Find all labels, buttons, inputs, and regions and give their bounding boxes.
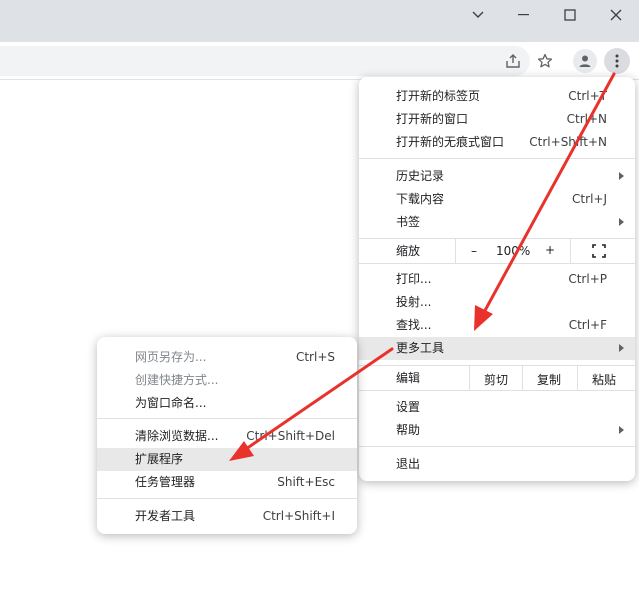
close-window-button[interactable] [593, 0, 639, 30]
submenu-item-name-window[interactable]: 为窗口命名... [97, 392, 357, 415]
menu-item-label: 扩展程序 [135, 452, 184, 466]
submenu-item-task-manager[interactable]: 任务管理器 Shift+Esc [97, 471, 357, 494]
maximize-icon [564, 9, 576, 21]
menu-item-label: 帮助 [396, 423, 421, 437]
menu-item-label: 网页另存为... [135, 350, 207, 364]
menu-item-shortcut: Ctrl+J [572, 192, 607, 206]
menu-item-label: 设置 [396, 400, 421, 414]
menu-item-shortcut: Ctrl+F [568, 318, 607, 332]
menu-separator [359, 390, 635, 391]
menu-item-label: 清除浏览数据... [135, 429, 219, 443]
menu-item-new-tab[interactable]: 打开新的标签页 Ctrl+T [359, 85, 635, 108]
menu-item-shortcut: Ctrl+S [295, 350, 335, 364]
menu-item-label: 更多工具 [396, 341, 445, 355]
edit-divider [522, 366, 523, 390]
menu-item-shortcut: Ctrl+T [568, 89, 607, 103]
menu-item-shortcut: Ctrl+P [568, 272, 607, 286]
fullscreen-button[interactable] [592, 244, 606, 261]
menu-item-label: 打印... [396, 272, 432, 286]
zoom-label: 缩放 [396, 244, 421, 258]
menu-separator [359, 263, 635, 264]
chrome-menu-button[interactable] [604, 48, 630, 74]
menu-item-help[interactable]: 帮助 [359, 419, 635, 442]
menu-item-new-incognito[interactable]: 打开新的无痕式窗口 Ctrl+Shift+N [359, 131, 635, 154]
zoom-level: 100% [496, 244, 531, 258]
edit-divider [577, 366, 578, 390]
menu-item-label: 历史记录 [396, 169, 445, 183]
submenu-item-devtools[interactable]: 开发者工具 Ctrl+Shift+I [97, 505, 357, 528]
menu-item-find[interactable]: 查找... Ctrl+F [359, 314, 635, 337]
chevron-right-icon [619, 344, 624, 352]
menu-item-exit[interactable]: 退出 [359, 453, 635, 476]
minimize-icon [518, 14, 529, 16]
menu-item-print[interactable]: 打印... Ctrl+P [359, 268, 635, 291]
submenu-item-save-page[interactable]: 网页另存为... Ctrl+S [97, 346, 357, 369]
title-bar [0, 0, 639, 42]
menu-item-shortcut: Shift+Esc [277, 475, 335, 489]
menu-item-shortcut: Ctrl+Shift+I [262, 509, 335, 523]
menu-item-settings[interactable]: 设置 [359, 396, 635, 419]
menu-item-history[interactable]: 历史记录 [359, 165, 635, 188]
submenu-item-clear-data[interactable]: 清除浏览数据... Ctrl+Shift+Del [97, 425, 357, 448]
menu-item-new-window[interactable]: 打开新的窗口 Ctrl+N [359, 108, 635, 131]
address-bar[interactable] [0, 46, 530, 76]
menu-item-label: 下载内容 [396, 192, 445, 206]
menu-separator [359, 158, 635, 159]
maximize-button[interactable] [547, 0, 593, 30]
submenu-item-extensions[interactable]: 扩展程序 [97, 448, 357, 471]
browser-toolbar [0, 42, 639, 80]
menu-item-more-tools[interactable]: 更多工具 [359, 337, 635, 360]
menu-separator [97, 418, 357, 419]
menu-item-label: 打开新的标签页 [396, 89, 481, 103]
submenu-item-create-shortcut[interactable]: 创建快捷方式... [97, 369, 357, 392]
menu-item-label: 打开新的窗口 [396, 112, 469, 126]
tab-search-button[interactable] [455, 0, 501, 30]
menu-item-label: 退出 [396, 457, 421, 471]
close-icon [610, 9, 622, 21]
menu-item-downloads[interactable]: 下载内容 Ctrl+J [359, 188, 635, 211]
copy-button[interactable]: 复制 [537, 371, 561, 388]
menu-separator [97, 498, 357, 499]
chevron-down-icon [472, 11, 484, 18]
menu-item-label: 为窗口命名... [135, 396, 207, 410]
menu-item-label: 查找... [396, 318, 432, 332]
menu-item-label: 书签 [396, 215, 421, 229]
menu-separator [359, 446, 635, 447]
menu-item-label: 打开新的无痕式窗口 [396, 135, 505, 149]
profile-button[interactable] [573, 49, 597, 73]
star-icon [537, 53, 553, 68]
paste-button[interactable]: 粘贴 [592, 371, 616, 388]
fullscreen-icon [592, 244, 606, 258]
menu-item-label: 开发者工具 [135, 509, 196, 523]
menu-item-label: 投射... [396, 295, 432, 309]
chevron-right-icon [619, 172, 624, 180]
share-button[interactable] [501, 49, 525, 73]
kebab-menu-icon [615, 54, 619, 68]
share-icon [506, 54, 520, 68]
zoom-in-button[interactable]: + [545, 243, 555, 257]
menu-item-shortcut: Ctrl+Shift+N [529, 135, 607, 149]
chevron-right-icon [619, 426, 624, 434]
menu-item-label: 任务管理器 [135, 475, 196, 489]
cut-button[interactable]: 剪切 [484, 371, 508, 388]
zoom-divider [570, 239, 571, 263]
edit-label: 编辑 [396, 371, 421, 385]
chevron-right-icon [619, 218, 624, 226]
minimize-button[interactable] [501, 0, 547, 30]
menu-item-label: 创建快捷方式... [135, 373, 219, 387]
zoom-out-button[interactable]: – [471, 244, 477, 258]
zoom-divider [455, 239, 456, 263]
menu-item-shortcut: Ctrl+N [566, 112, 607, 126]
profile-icon [579, 55, 591, 67]
bookmark-star-button[interactable] [533, 49, 557, 73]
edit-divider [469, 366, 470, 390]
menu-item-shortcut: Ctrl+Shift+Del [246, 429, 335, 443]
menu-item-cast[interactable]: 投射... [359, 291, 635, 314]
menu-item-bookmarks[interactable]: 书签 [359, 211, 635, 234]
